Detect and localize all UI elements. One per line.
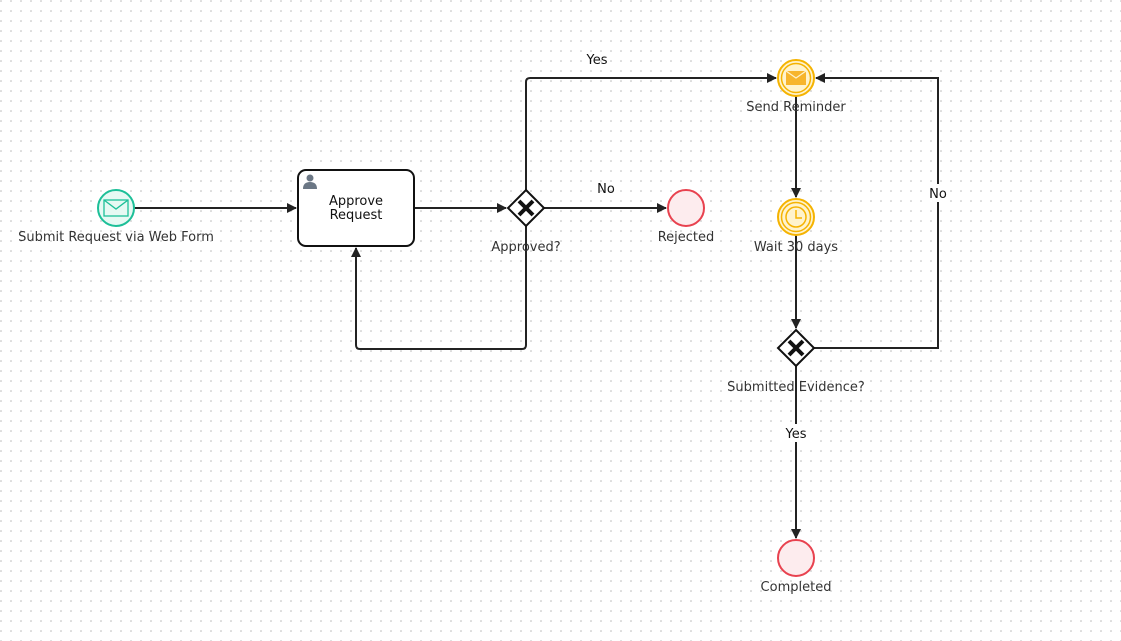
envelope-icon — [785, 70, 807, 85]
gateway-label: Approved? — [491, 240, 560, 255]
rejected-label: Rejected — [658, 230, 715, 245]
flow-label-yes: Yes — [586, 53, 608, 68]
wait-label: Wait 30 days — [754, 240, 838, 255]
flow-label-no: No — [597, 182, 615, 197]
flow-label-yes: Yes — [785, 427, 807, 442]
wait-timer-event[interactable] — [777, 198, 815, 236]
task-label-line2: Request — [330, 208, 383, 223]
start-event[interactable] — [97, 189, 135, 227]
send-reminder-label: Send Reminder — [746, 100, 846, 115]
task-label-line1: Approve — [329, 194, 383, 209]
completed-label: Completed — [761, 580, 832, 595]
send-reminder-event[interactable] — [777, 59, 815, 97]
completed-end-event[interactable] — [777, 539, 815, 577]
bpmn-canvas[interactable]: Yes No No Yes Submit Request via Web For… — [0, 0, 1121, 641]
gateway2-label: Submitted Evidence? — [727, 380, 865, 395]
clock-icon — [785, 206, 807, 228]
grid-background — [0, 0, 1121, 641]
approve-request-task[interactable]: Approve Request — [297, 169, 415, 247]
rejected-end-event[interactable] — [667, 189, 705, 227]
start-event-label: Submit Request via Web Form — [18, 230, 214, 245]
flow-label-no: No — [929, 187, 947, 202]
